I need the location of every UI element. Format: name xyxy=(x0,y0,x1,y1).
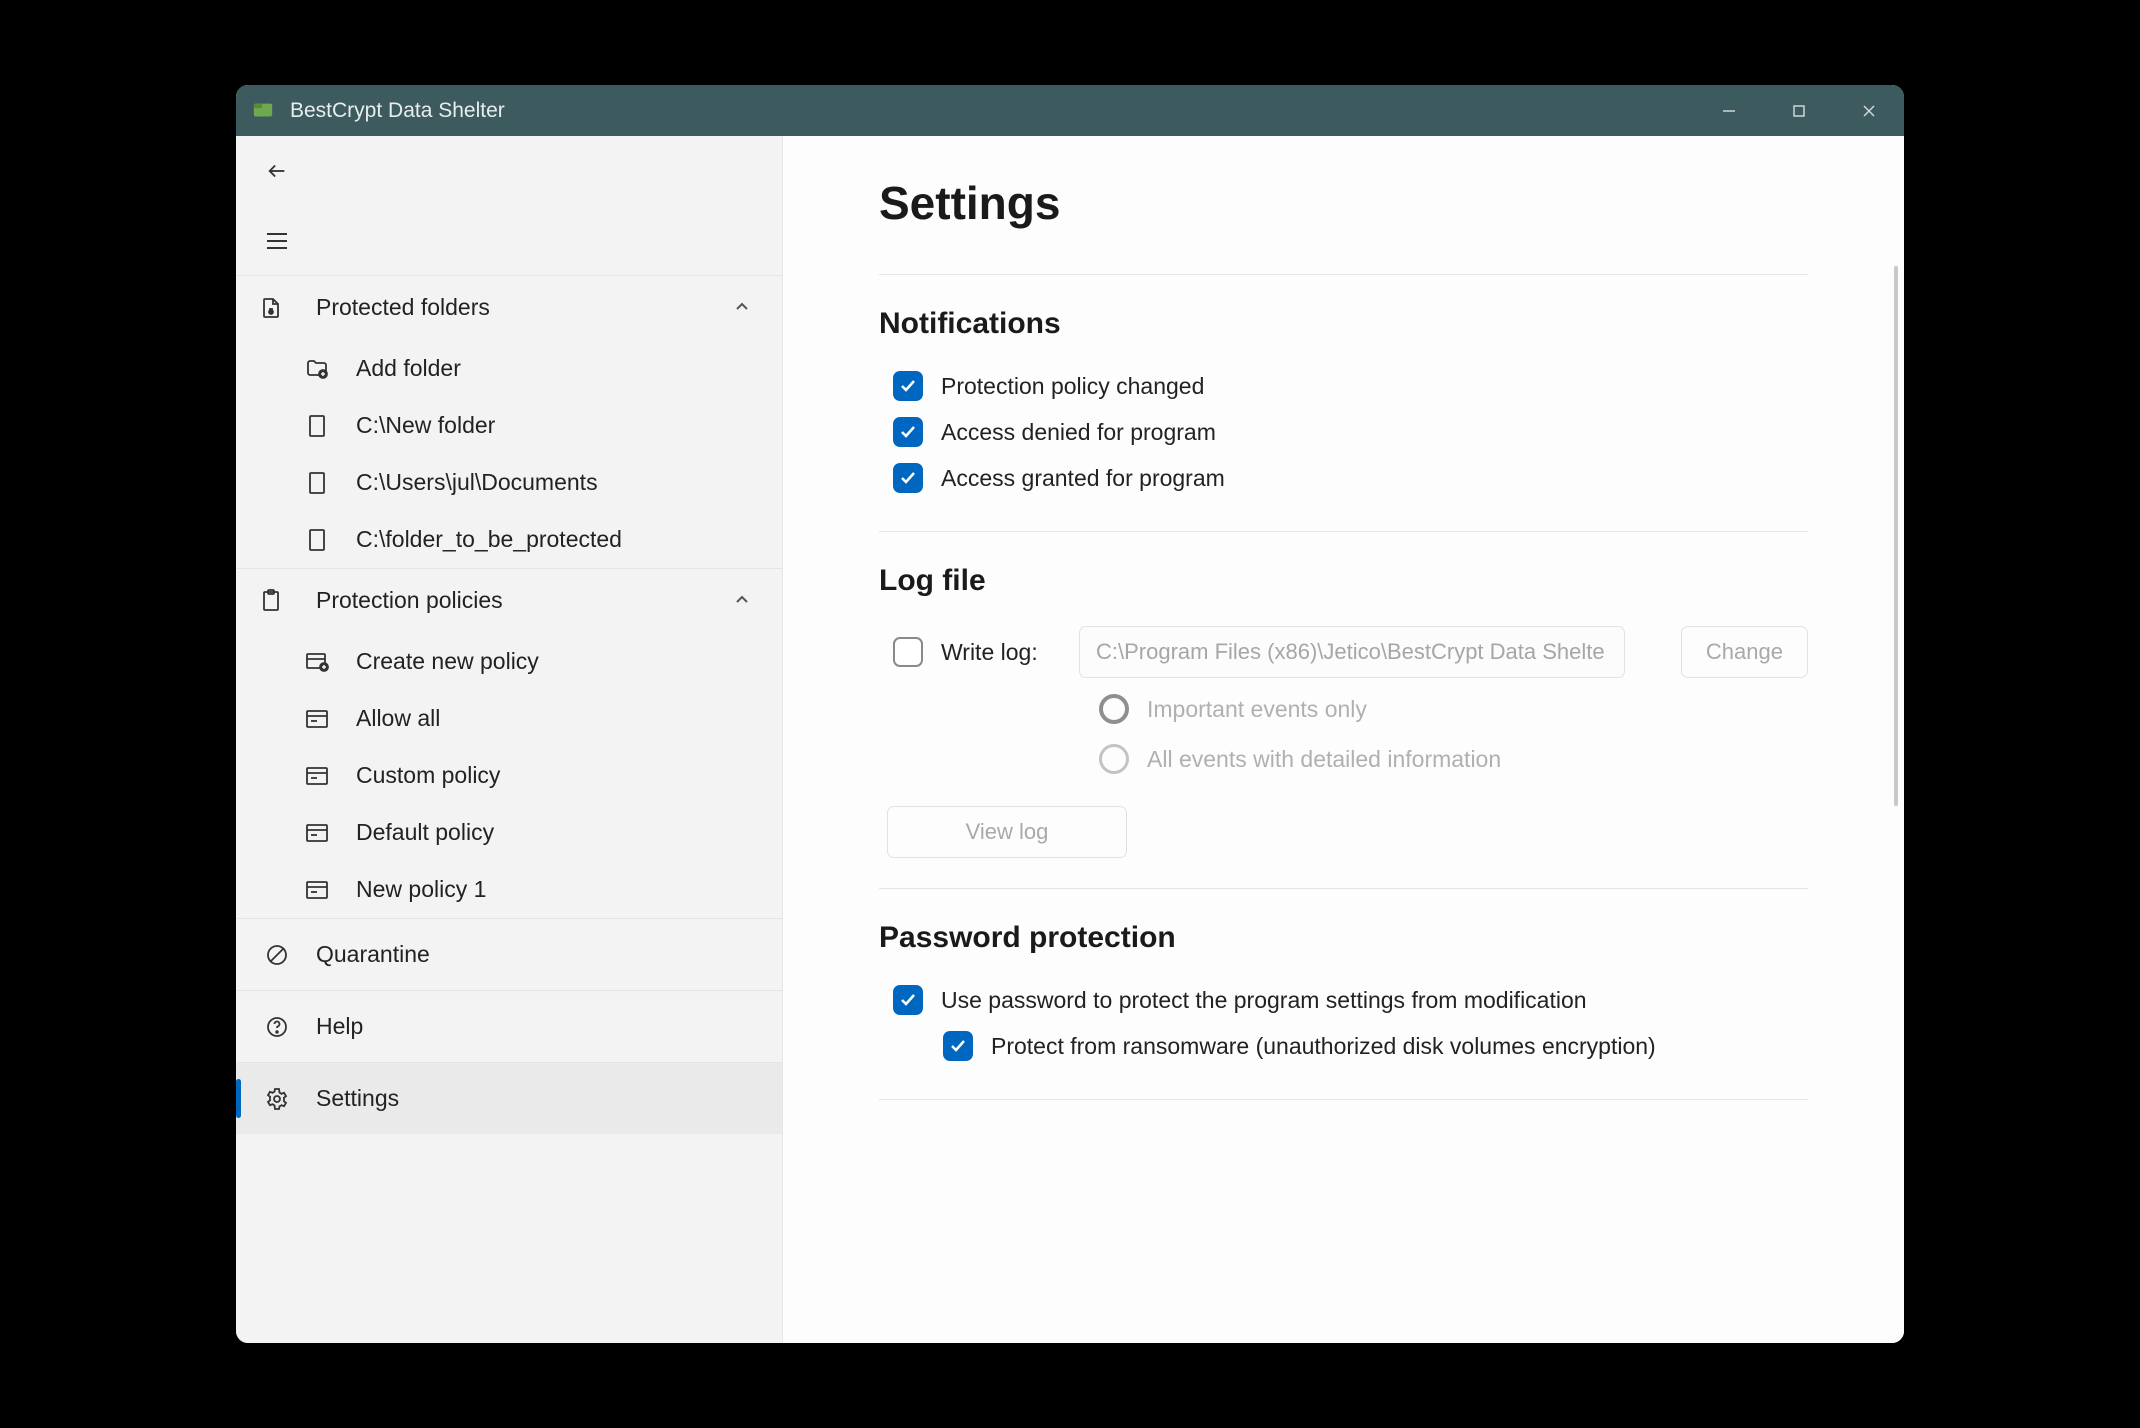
shield-folder-icon xyxy=(254,296,288,320)
radio-label: All events with detailed information xyxy=(1147,746,1501,773)
checkbox[interactable] xyxy=(893,371,923,401)
view-log-button[interactable]: View log xyxy=(887,806,1127,858)
document-icon xyxy=(300,471,334,495)
document-icon xyxy=(300,414,334,438)
back-button[interactable] xyxy=(260,154,294,188)
sidebar-item-label: Settings xyxy=(316,1085,399,1112)
checkbox-label: Protection policy changed xyxy=(941,373,1204,400)
scrollbar-thumb[interactable] xyxy=(1894,266,1898,806)
checkbox-row-access-granted[interactable]: Access granted for program xyxy=(879,455,1808,501)
sidebar-item-label: Custom policy xyxy=(356,762,500,789)
sidebar-section-protected-folders[interactable]: Protected folders xyxy=(236,276,782,340)
gear-icon xyxy=(260,1087,294,1111)
policy-icon xyxy=(300,823,334,843)
sidebar-item-quarantine[interactable]: Quarantine xyxy=(236,919,782,990)
policy-icon xyxy=(300,880,334,900)
checkbox-label: Protect from ransomware (unauthorized di… xyxy=(991,1033,1656,1060)
titlebar: BestCrypt Data Shelter xyxy=(236,85,1904,136)
sidebar-item-label: Add folder xyxy=(356,355,461,382)
sidebar-item-label: Help xyxy=(316,1013,363,1040)
divider xyxy=(879,1099,1808,1100)
checkbox-row-access-denied[interactable]: Access denied for program xyxy=(879,409,1808,455)
sidebar-item-label: New policy 1 xyxy=(356,876,486,903)
radio-all-events[interactable]: All events with detailed information xyxy=(879,734,1808,784)
window-maximize-button[interactable] xyxy=(1764,85,1834,136)
sidebar-item-policy-allow-all[interactable]: Allow all xyxy=(236,690,782,747)
sidebar-item-settings[interactable]: Settings xyxy=(236,1063,782,1134)
window-close-button[interactable] xyxy=(1834,85,1904,136)
sidebar-item-add-folder[interactable]: Add folder xyxy=(236,340,782,397)
divider xyxy=(879,888,1808,889)
sidebar-item-label: C:\New folder xyxy=(356,412,495,439)
change-log-path-button[interactable]: Change xyxy=(1681,626,1808,678)
window-minimize-button[interactable] xyxy=(1694,85,1764,136)
checkbox[interactable] xyxy=(893,463,923,493)
sidebar-section-label: Protection policies xyxy=(316,587,503,614)
policy-icon xyxy=(300,709,334,729)
main-content: Settings Notifications Protection policy… xyxy=(783,136,1904,1343)
checkbox-row-protect-ransomware[interactable]: Protect from ransomware (unauthorized di… xyxy=(879,1023,1808,1069)
chevron-up-icon xyxy=(734,587,750,614)
sidebar-item-folder-to-be-protected[interactable]: C:\folder_to_be_protected xyxy=(236,511,782,568)
checkbox-row-use-password[interactable]: Use password to protect the program sett… xyxy=(879,977,1808,1023)
sidebar-item-label: C:\folder_to_be_protected xyxy=(356,526,622,553)
sidebar-section-protection-policies[interactable]: Protection policies xyxy=(236,569,782,633)
help-icon xyxy=(260,1015,294,1039)
policy-add-icon xyxy=(300,651,334,673)
sidebar-item-policy-default[interactable]: Default policy xyxy=(236,804,782,861)
radio-button[interactable] xyxy=(1099,694,1129,724)
radio-button[interactable] xyxy=(1099,744,1129,774)
policy-icon xyxy=(300,766,334,786)
sidebar: Protected folders Add folder C:\New fold… xyxy=(236,136,783,1343)
sidebar-item-label: Allow all xyxy=(356,705,440,732)
sidebar-item-create-new-policy[interactable]: Create new policy xyxy=(236,633,782,690)
checkbox[interactable] xyxy=(893,417,923,447)
write-log-label: Write log: xyxy=(941,639,1061,666)
sidebar-item-policy-custom[interactable]: Custom policy xyxy=(236,747,782,804)
page-title: Settings xyxy=(879,176,1808,230)
sidebar-item-label: C:\Users\jul\Documents xyxy=(356,469,598,496)
section-heading-password: Password protection xyxy=(879,921,1808,955)
sidebar-item-help[interactable]: Help xyxy=(236,991,782,1062)
sidebar-item-label: Create new policy xyxy=(356,648,539,675)
divider xyxy=(879,274,1808,275)
divider xyxy=(879,531,1808,532)
checkbox-row-policy-changed[interactable]: Protection policy changed xyxy=(879,363,1808,409)
sidebar-section-label: Protected folders xyxy=(316,294,490,321)
sidebar-item-folder-new-folder[interactable]: C:\New folder xyxy=(236,397,782,454)
hamburger-menu-button[interactable] xyxy=(260,224,294,258)
checkbox-label: Use password to protect the program sett… xyxy=(941,987,1587,1014)
radio-label: Important events only xyxy=(1147,696,1367,723)
quarantine-icon xyxy=(260,943,294,967)
sidebar-item-policy-new-policy-1[interactable]: New policy 1 xyxy=(236,861,782,918)
sidebar-item-label: Quarantine xyxy=(316,941,430,968)
app-window: BestCrypt Data Shelter xyxy=(236,85,1904,1343)
folder-add-icon xyxy=(300,358,334,380)
section-heading-logfile: Log file xyxy=(879,564,1808,598)
checkbox[interactable] xyxy=(893,985,923,1015)
checkbox-label: Access granted for program xyxy=(941,465,1225,492)
chevron-up-icon xyxy=(734,294,750,321)
app-icon xyxy=(250,98,276,124)
sidebar-item-folder-documents[interactable]: C:\Users\jul\Documents xyxy=(236,454,782,511)
sidebar-item-label: Default policy xyxy=(356,819,494,846)
checkbox-label: Access denied for program xyxy=(941,419,1216,446)
clipboard-icon xyxy=(254,589,288,613)
section-heading-notifications: Notifications xyxy=(879,307,1808,341)
window-title: BestCrypt Data Shelter xyxy=(290,99,505,123)
radio-important-events[interactable]: Important events only xyxy=(879,684,1808,734)
document-icon xyxy=(300,528,334,552)
log-path-input[interactable] xyxy=(1079,626,1625,678)
checkbox-write-log[interactable] xyxy=(893,637,923,667)
checkbox[interactable] xyxy=(943,1031,973,1061)
